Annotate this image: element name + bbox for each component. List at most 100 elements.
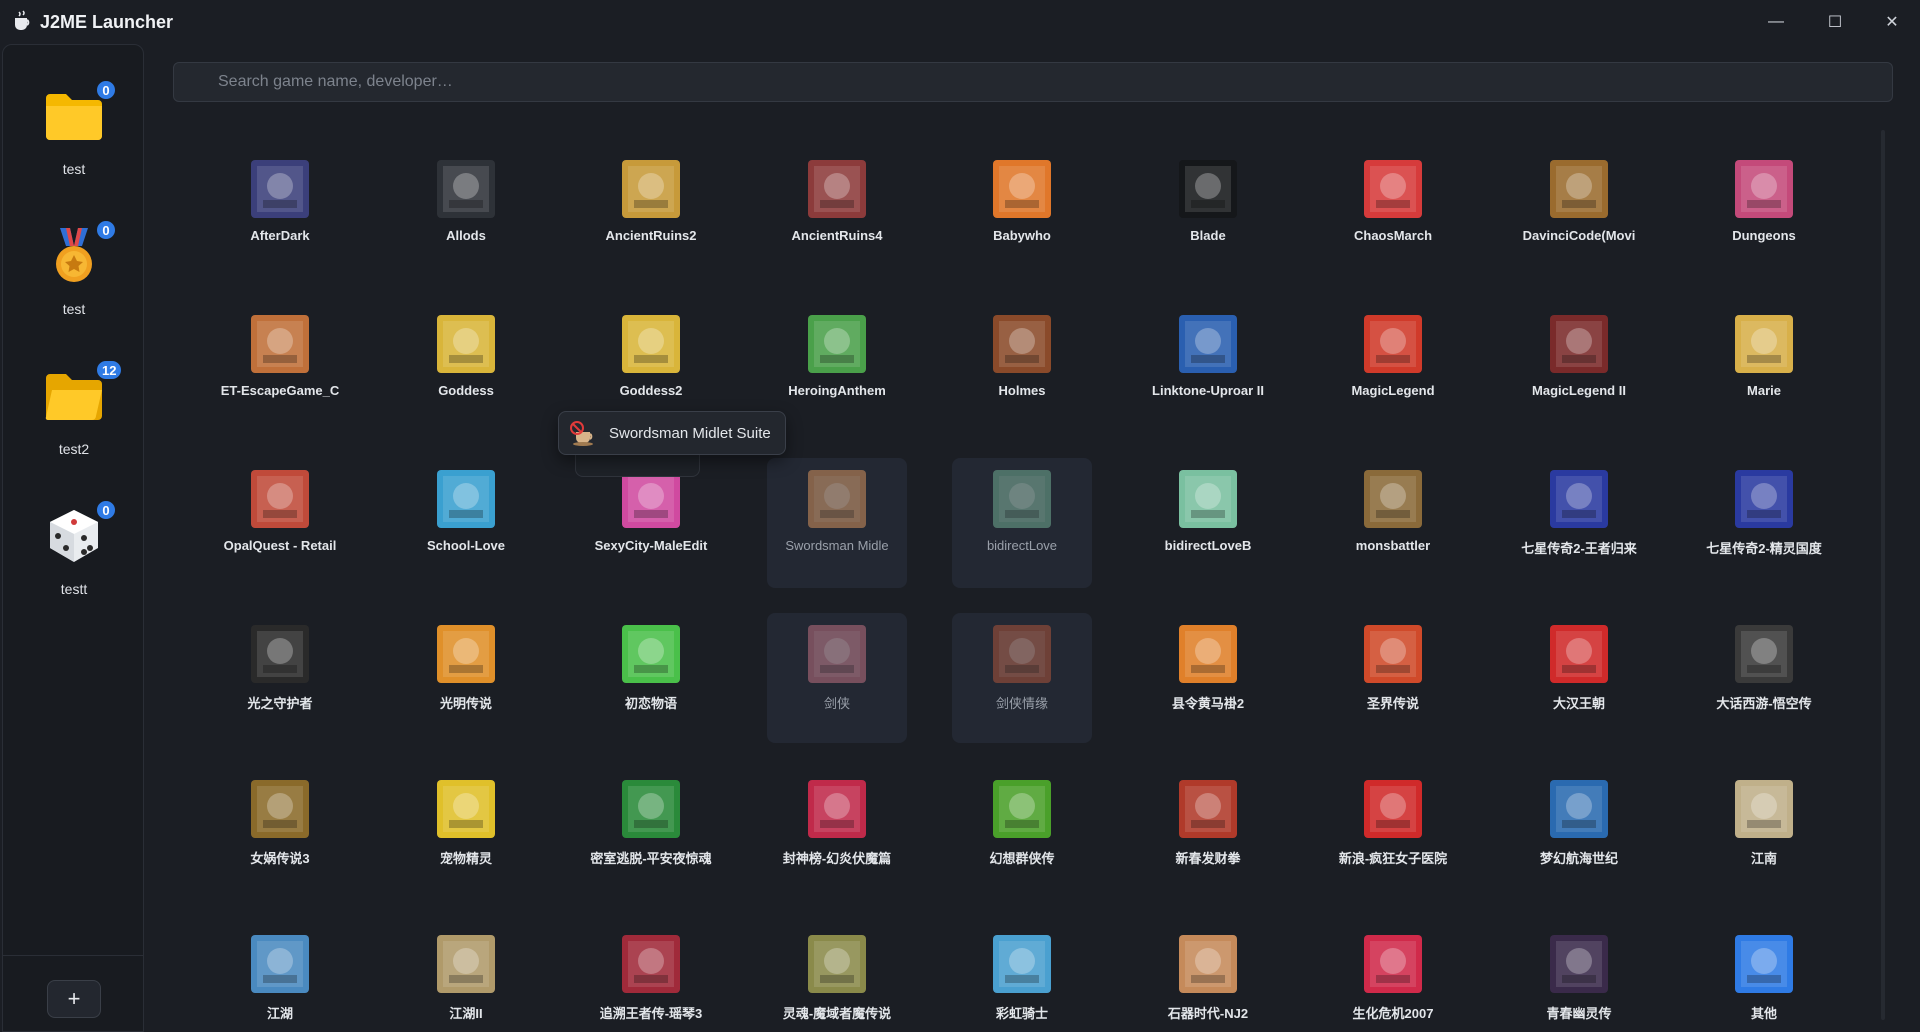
game-card[interactable]: AfterDark	[210, 160, 350, 278]
game-card[interactable]: 光之守护者	[210, 613, 350, 743]
game-card[interactable]: 圣界传说	[1323, 613, 1463, 743]
game-icon	[993, 935, 1051, 993]
game-card[interactable]: 幻想群侠传	[952, 768, 1092, 898]
game-card[interactable]: 七星传奇2-王者归来	[1509, 458, 1649, 588]
game-icon	[808, 315, 866, 373]
scrollbar[interactable]	[1881, 130, 1885, 1020]
game-name: MagicLegend	[1351, 383, 1435, 398]
game-name: MagicLegend II	[1532, 383, 1626, 398]
game-card[interactable]: Marie	[1694, 303, 1834, 433]
search-input[interactable]	[174, 63, 1892, 101]
game-icon	[993, 625, 1051, 683]
game-card[interactable]: Allods	[396, 160, 536, 278]
game-name: 密室逃脱-平安夜惊魂	[590, 851, 712, 866]
sidebar-item-test2[interactable]: 12 test2	[3, 359, 145, 485]
game-card[interactable]: MagicLegend	[1323, 303, 1463, 433]
game-card[interactable]: Goddess	[396, 303, 536, 433]
game-icon	[1179, 160, 1237, 218]
game-card[interactable]: SexyCity-MaleEdit	[581, 458, 721, 588]
app-logo-icon	[12, 10, 32, 32]
game-card[interactable]: 新春发财拳	[1138, 768, 1278, 898]
game-card[interactable]: 密室逃脱-平安夜惊魂	[581, 768, 721, 898]
game-name: ET-EscapeGame_C	[220, 383, 340, 398]
game-card[interactable]: School-Love	[396, 458, 536, 588]
game-card[interactable]: 青春幽灵传	[1509, 923, 1649, 1032]
game-card[interactable]: Holmes	[952, 303, 1092, 433]
close-button[interactable]: ✕	[1869, 6, 1915, 38]
game-icon	[1550, 780, 1608, 838]
game-icon	[808, 935, 866, 993]
game-card[interactable]: 光明传说	[396, 613, 536, 743]
game-card[interactable]: 封神榜-幻炎伏魔篇	[767, 768, 907, 898]
game-icon	[993, 315, 1051, 373]
game-icon	[437, 315, 495, 373]
game-card[interactable]: Swordsman Midle	[767, 458, 907, 588]
game-icon	[1364, 935, 1422, 993]
minimize-button[interactable]: —	[1753, 6, 1799, 38]
game-icon	[1735, 625, 1793, 683]
add-button[interactable]: +	[47, 980, 101, 1018]
game-name: 七星传奇2-精灵国度	[1706, 541, 1822, 556]
game-card[interactable]: HeroingAnthem	[767, 303, 907, 433]
game-name: 光明传说	[439, 696, 492, 711]
game-card[interactable]: bidirectLove	[952, 458, 1092, 588]
game-card[interactable]: bidirectLoveB	[1138, 458, 1278, 588]
game-card[interactable]: Dungeons	[1694, 160, 1834, 278]
game-card[interactable]: 江南	[1694, 768, 1834, 898]
game-card[interactable]: 剑侠	[767, 613, 907, 743]
game-card[interactable]: DavinciCode(Movi	[1509, 160, 1649, 278]
game-name: 女娲传说3	[250, 851, 310, 866]
sidebar-item-testt[interactable]: 0 testt	[3, 499, 145, 625]
count-badge: 12	[95, 359, 124, 381]
game-card[interactable]: OpalQuest - Retail	[210, 458, 350, 588]
game-card[interactable]: 大汉王朝	[1509, 613, 1649, 743]
sidebar-item-label: testt	[60, 581, 88, 597]
game-card[interactable]: 灵魂-魔域者魔传说	[767, 923, 907, 1032]
game-card[interactable]: 七星传奇2-精灵国度	[1694, 458, 1834, 588]
game-card[interactable]: 初恋物语	[581, 613, 721, 743]
game-name: 灵魂-魔域者魔传说	[782, 1006, 892, 1021]
game-icon	[251, 780, 309, 838]
game-card[interactable]: MagicLegend II	[1509, 303, 1649, 433]
game-name: 剑侠	[823, 696, 850, 711]
game-card[interactable]: 江湖	[210, 923, 350, 1032]
game-icon	[1550, 160, 1608, 218]
game-card[interactable]: 女娲传说3	[210, 768, 350, 898]
game-card[interactable]: 生化危机2007	[1323, 923, 1463, 1032]
sidebar-item-test[interactable]: 0 test	[3, 79, 145, 205]
game-card[interactable]: 彩虹骑士	[952, 923, 1092, 1032]
game-card[interactable]: 追溯王者传-瑶琴3	[581, 923, 721, 1032]
game-card[interactable]: monsbattler	[1323, 458, 1463, 588]
game-card[interactable]: 石器时代-NJ2	[1138, 923, 1278, 1032]
game-icon	[622, 625, 680, 683]
game-card[interactable]: 新浪-疯狂女子医院	[1323, 768, 1463, 898]
game-card[interactable]: AncientRuins2	[581, 160, 721, 278]
game-card[interactable]: 其他	[1694, 923, 1834, 1032]
game-card[interactable]: Blade	[1138, 160, 1278, 278]
game-card[interactable]: Babywho	[952, 160, 1092, 278]
game-card[interactable]: 江湖II	[396, 923, 536, 1032]
game-card[interactable]: ET-EscapeGame_C	[210, 303, 350, 433]
game-card[interactable]: ChaosMarch	[1323, 160, 1463, 278]
game-card[interactable]: 县令黄马褂2	[1138, 613, 1278, 743]
game-name: 封神榜-幻炎伏魔篇	[782, 851, 892, 866]
maximize-button[interactable]: ☐	[1812, 6, 1858, 38]
game-icon	[1364, 315, 1422, 373]
game-card[interactable]: 梦幻航海世纪	[1509, 768, 1649, 898]
game-card[interactable]: 宠物精灵	[396, 768, 536, 898]
game-card[interactable]: 剑侠情缘	[952, 613, 1092, 743]
game-name: Blade	[1190, 228, 1226, 243]
game-name: monsbattler	[1355, 538, 1431, 553]
game-card[interactable]: AncientRuins4	[767, 160, 907, 278]
game-name: 彩虹骑士	[995, 1006, 1048, 1021]
game-card[interactable]: 大话西游-悟空传	[1694, 613, 1834, 743]
search-bar[interactable]	[173, 62, 1893, 102]
sidebar-item-test-medal[interactable]: 0 test	[3, 219, 145, 345]
game-name: Goddess	[438, 383, 494, 398]
game-icon	[251, 625, 309, 683]
game-card[interactable]: Linktone-Uproar II	[1138, 303, 1278, 433]
game-name: 圣界传说	[1366, 696, 1419, 711]
game-name: AfterDark	[250, 228, 310, 243]
game-name: 追溯王者传-瑶琴3	[599, 1006, 703, 1021]
game-icon	[1735, 470, 1793, 528]
